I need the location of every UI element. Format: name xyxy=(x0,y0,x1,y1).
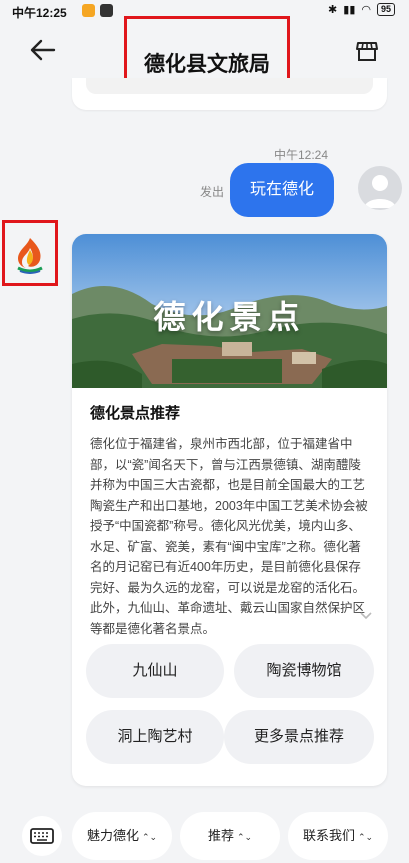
menu-recommend[interactable]: 推荐 ⌃⌄ xyxy=(180,812,280,860)
back-arrow-icon[interactable] xyxy=(28,36,58,64)
notification-app-icon xyxy=(82,4,95,17)
previous-card-button xyxy=(86,78,373,94)
notification-app-icon-2 xyxy=(100,4,113,17)
option-more-attractions[interactable]: 更多景点推荐 xyxy=(224,710,374,764)
signal-icon: ▮▮ xyxy=(343,4,356,16)
bottom-menu-bar: 魅力德化 ⌃⌄ 推荐 ⌃⌄ 联系我们 ⌃⌄ xyxy=(0,800,409,863)
card-heading: 德化景点推荐 xyxy=(90,405,181,422)
bluetooth-icon: ✱ xyxy=(328,4,338,16)
battery-icon: 95 xyxy=(376,3,395,16)
keyboard-icon xyxy=(30,828,54,844)
keyboard-button[interactable] xyxy=(22,816,62,856)
option-ceramics-museum[interactable]: 陶瓷博物馆 xyxy=(234,644,374,698)
status-time: 中午12:25 xyxy=(12,6,67,20)
menu-charm-dehua[interactable]: 魅力德化 ⌃⌄ xyxy=(72,812,172,860)
menu-contact-us[interactable]: 联系我们 ⌃⌄ xyxy=(288,812,388,860)
option-dongshang-pottery-village[interactable]: 洞上陶艺村 xyxy=(86,710,224,764)
store-icon[interactable] xyxy=(355,39,379,63)
expand-arrow-icon: ⌃⌄ xyxy=(357,832,374,842)
card-body-text: 德化位于福建省，泉州市西北部，位于福建省中部，以“瓷”闻名天下，曾与江西景德镇、… xyxy=(90,437,368,636)
message-timestamp: 中午12:24 xyxy=(274,148,329,162)
option-jiuxianshan[interactable]: 九仙山 xyxy=(86,644,224,698)
expand-arrow-icon: ⌃⌄ xyxy=(141,832,158,842)
sent-message-bubble[interactable]: 玩在德化 xyxy=(230,163,334,217)
wifi-icon: ◠ xyxy=(361,4,371,16)
chevron-down-icon[interactable] xyxy=(359,610,373,620)
hero-title: 德化景点 xyxy=(153,299,306,335)
user-avatar-icon[interactable] xyxy=(358,166,402,210)
status-icons: ✱ ▮▮ ◠ 95 xyxy=(328,3,395,16)
bot-logo-icon xyxy=(17,238,43,274)
attractions-card: 德化景点 德化景点推荐 德化位于福建省，泉州市西北部，位于福建省中部，以“瓷”闻… xyxy=(72,234,387,786)
sent-label: 发出 xyxy=(200,185,225,199)
expand-arrow-icon: ⌃⌄ xyxy=(236,832,253,842)
previous-message-card xyxy=(72,78,387,110)
